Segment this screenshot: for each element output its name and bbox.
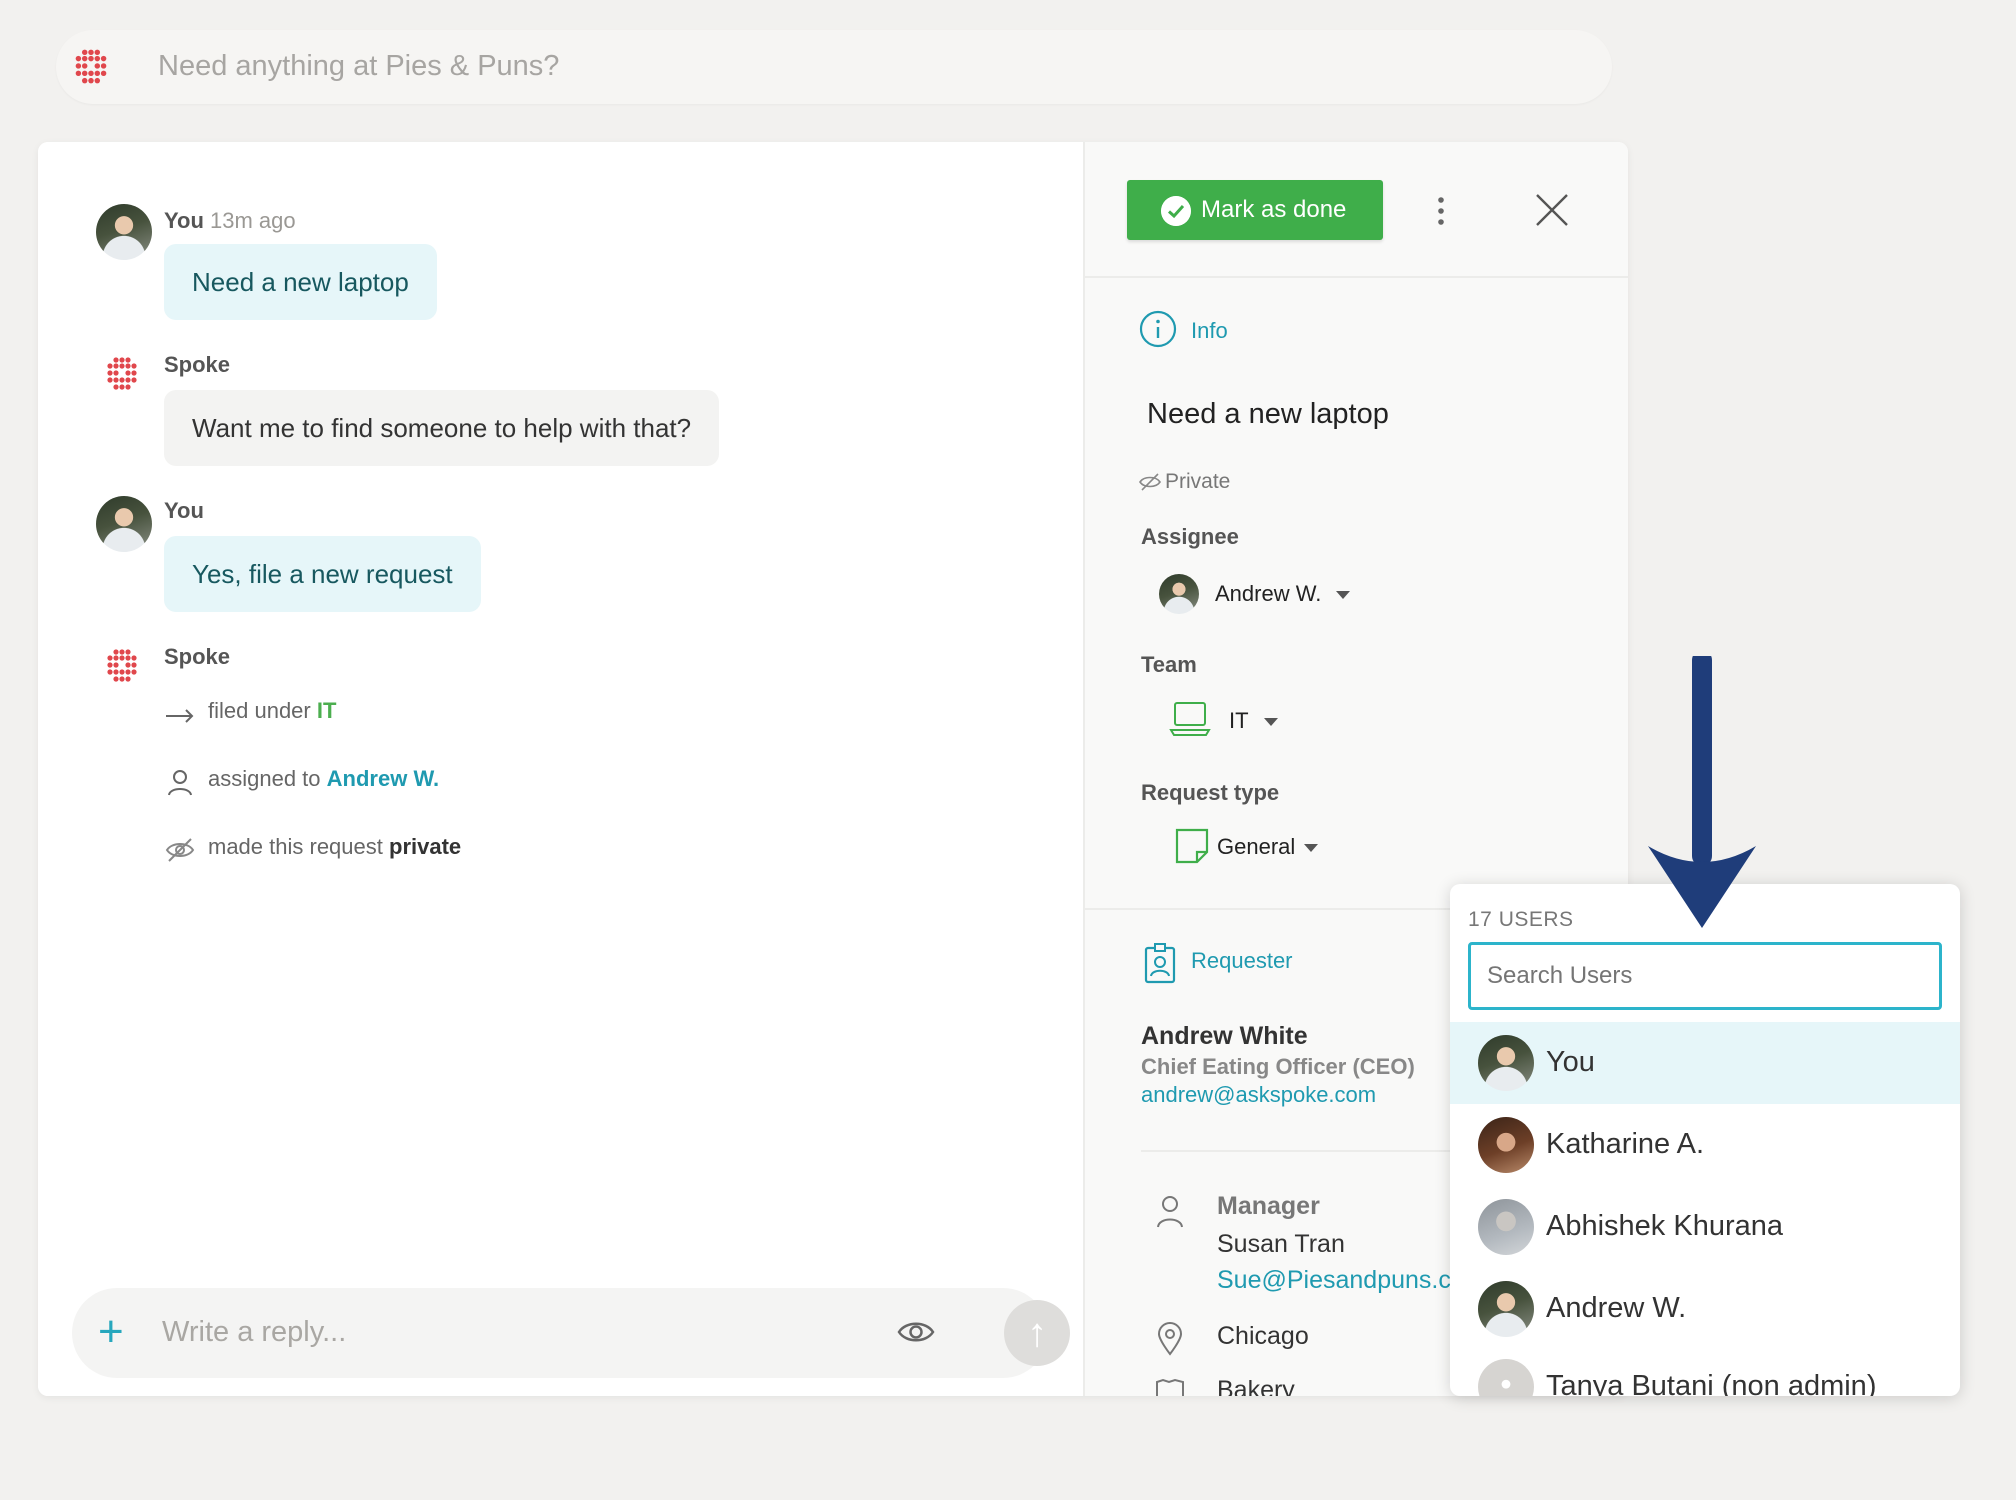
team-select[interactable]: IT (1169, 698, 1369, 744)
avatar (96, 204, 152, 260)
avatar (1478, 1117, 1534, 1173)
event-text: made this request (208, 834, 383, 859)
team-value: IT (1229, 708, 1249, 733)
spoke-logo-icon (107, 649, 137, 682)
plus-icon[interactable]: + (98, 1310, 124, 1354)
user-option-name: Katharine A. (1546, 1128, 1704, 1160)
eye-slash-icon (1139, 473, 1161, 491)
requester-name: Andrew White (1141, 1022, 1308, 1050)
divider (1085, 276, 1628, 278)
assignee-value: Andrew W. (1215, 581, 1322, 606)
search-users-input[interactable] (1468, 942, 1942, 1010)
info-icon (1139, 310, 1177, 348)
mark-as-done-label: Mark as done (1201, 196, 1347, 223)
request-title[interactable]: Need a new laptop (1147, 398, 1389, 431)
request-card: You 13m ago Need a new laptop Spoke Want… (38, 142, 1628, 1396)
avatar (1478, 1035, 1534, 1091)
location-value: Chicago (1217, 1322, 1309, 1350)
global-search-bar[interactable]: Need anything at Pies & Puns? (56, 30, 1612, 104)
avatar (1159, 574, 1199, 614)
person-icon (168, 770, 192, 796)
user-option[interactable]: Tanya Butani (non admin) (1450, 1346, 1960, 1396)
assignee-select[interactable]: Andrew W. (1159, 572, 1369, 618)
event-filed: filed under IT (208, 698, 336, 724)
user-option[interactable]: Abhishek Khurana (1450, 1186, 1960, 1268)
person-icon (1157, 1196, 1183, 1228)
reply-input[interactable]: Write a reply... (162, 1316, 346, 1349)
event-value: private (389, 834, 462, 859)
request-type-label: Request type (1141, 780, 1280, 805)
event-text: assigned to (208, 766, 321, 791)
annotation-arrow-icon (1648, 656, 1756, 928)
badge-icon (1144, 943, 1176, 984)
request-type-value: General (1217, 834, 1296, 859)
assignee-label: Assignee (1141, 524, 1239, 549)
caret-down-icon (1304, 844, 1318, 852)
caret-down-icon (1336, 591, 1350, 599)
department-icon (1156, 1378, 1184, 1396)
assignee-user-dropdown: 17 USERS You Katharine A. Abhishek Khura… (1450, 884, 1960, 1396)
user-option-name: Andrew W. (1546, 1292, 1687, 1324)
user-option[interactable]: Andrew W. (1450, 1268, 1960, 1350)
message-bubble: Need a new laptop (164, 244, 437, 320)
user-option-name: Tanya Butani (non admin) (1546, 1370, 1877, 1396)
user-option-name: Abhishek Khurana (1546, 1210, 1783, 1242)
avatar (1478, 1359, 1534, 1396)
location-pin-icon (1157, 1322, 1183, 1356)
conversation-pane: You 13m ago Need a new laptop Spoke Want… (38, 142, 1083, 1396)
manager-label: Manager (1217, 1192, 1320, 1220)
info-section-label: Info (1191, 318, 1228, 343)
user-count: 17 USERS (1468, 908, 1574, 931)
check-circle-icon (1161, 196, 1191, 226)
team-link[interactable]: IT (317, 698, 337, 723)
message-time: 13m ago (210, 208, 296, 233)
assignee-link[interactable]: Andrew W. (327, 766, 439, 791)
team-label: Team (1141, 652, 1197, 677)
avatar (96, 496, 152, 552)
global-search-placeholder[interactable]: Need anything at Pies & Puns? (158, 50, 559, 83)
laptop-icon (1169, 702, 1211, 736)
kebab-menu-icon[interactable] (1436, 196, 1446, 226)
privacy-status[interactable]: Private (1165, 470, 1230, 494)
message-sender: Spoke (164, 644, 231, 669)
manager-email[interactable]: Sue@Piesandpuns.co (1217, 1266, 1465, 1295)
department-value: Bakery (1217, 1376, 1295, 1396)
close-icon[interactable] (1534, 192, 1570, 228)
caret-down-icon (1264, 718, 1278, 726)
reply-composer: + Write a reply... ↑ (72, 1288, 1070, 1378)
message-sender: You (164, 208, 204, 233)
event-assigned: assigned to Andrew W. (208, 766, 439, 792)
eye-slash-icon (165, 838, 195, 862)
eye-icon[interactable] (896, 1314, 936, 1350)
avatar (1478, 1281, 1534, 1337)
note-icon (1175, 828, 1209, 864)
requester-section-label: Requester (1191, 948, 1293, 973)
event-text: filed under (208, 698, 311, 723)
avatar (1478, 1199, 1534, 1255)
message-sender: Spoke (164, 352, 231, 377)
message-bubble: Yes, file a new request (164, 536, 481, 612)
mark-as-done-button[interactable]: Mark as done (1127, 180, 1383, 240)
request-type-select[interactable]: General (1175, 826, 1375, 872)
spoke-logo-icon (107, 357, 137, 390)
user-option[interactable]: Katharine A. (1450, 1104, 1960, 1186)
message-bubble: Want me to find someone to help with tha… (164, 390, 720, 466)
user-option-name: You (1546, 1046, 1595, 1078)
message-sender: You (164, 498, 204, 523)
requester-title: Chief Eating Officer (CEO) (1141, 1054, 1415, 1079)
event-private: made this request private (208, 834, 461, 860)
requester-email[interactable]: andrew@askspoke.com (1141, 1082, 1376, 1108)
spoke-logo-icon (75, 49, 107, 84)
user-option[interactable]: You (1450, 1022, 1960, 1104)
send-button[interactable]: ↑ (1004, 1300, 1070, 1366)
arrow-right-icon (166, 709, 194, 723)
manager-name: Susan Tran (1217, 1230, 1345, 1258)
